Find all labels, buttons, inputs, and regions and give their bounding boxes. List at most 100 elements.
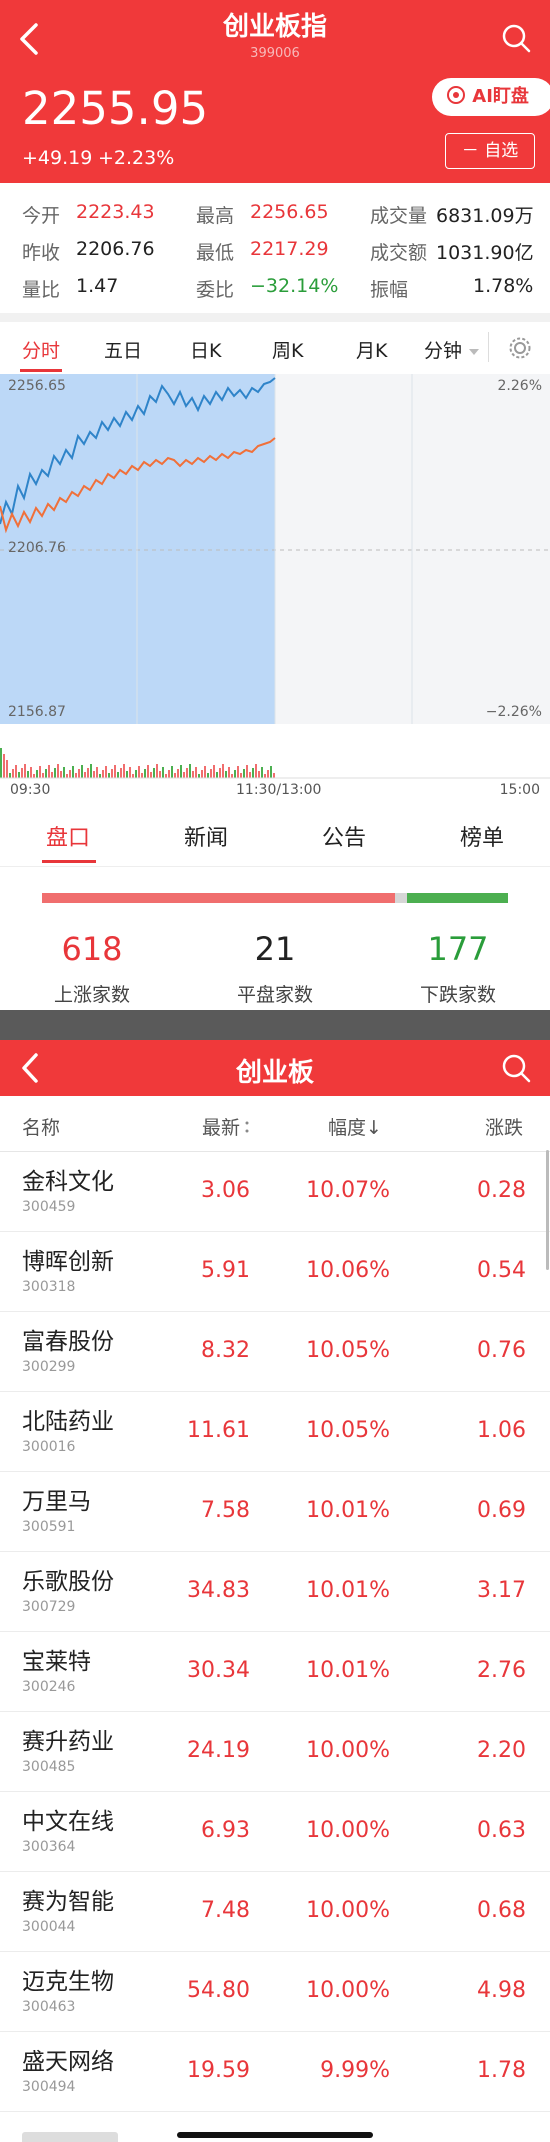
volume-bar: [180, 765, 182, 778]
stock-amplitude: 10.01%: [306, 1498, 390, 1523]
tab-announcements[interactable]: 公告: [322, 820, 366, 852]
table-row[interactable]: 宝莱特 300246 30.34 10.01% 2.76: [0, 1632, 550, 1712]
settings-gear-icon[interactable]: [508, 336, 532, 360]
volume-bar: [0, 748, 2, 778]
volume-bar: [249, 772, 251, 778]
volume-bar: [219, 768, 221, 778]
index-price: 2255.95: [22, 82, 209, 135]
table-row[interactable]: 盛天网络 300494 19.59 9.99% 1.78: [0, 2032, 550, 2112]
stock-code: 300459: [22, 1199, 76, 1215]
breadth-bar: [42, 893, 508, 903]
volume-bar: [54, 768, 56, 778]
board-title: 创业板: [235, 1058, 314, 1088]
table-row[interactable]: 迈克生物 300463 54.80 10.00% 4.98: [0, 1952, 550, 2032]
list-scrollbar[interactable]: [546, 1150, 549, 1270]
table-row[interactable]: 赛为智能 300044 7.48 10.00% 0.68: [0, 1872, 550, 1952]
stock-change: 0.69: [477, 1498, 526, 1523]
volume-bar: [267, 770, 269, 778]
tab-five-day[interactable]: 五日: [104, 336, 142, 363]
tab-separator: [488, 332, 489, 362]
volume-bar: [168, 770, 170, 778]
col-change-header[interactable]: 涨跌: [485, 1113, 523, 1140]
index-code: 399006: [250, 46, 300, 61]
add-watchlist-button[interactable]: － 自选: [445, 133, 535, 169]
clipped-row-text: [22, 2132, 118, 2142]
table-row[interactable]: 北陆药业 300016 11.61 10.05% 1.06: [0, 1392, 550, 1472]
table-row[interactable]: 富春股份 300299 8.32 10.05% 0.76: [0, 1312, 550, 1392]
volume-bar: [207, 773, 209, 778]
table-row[interactable]: 金科文化 300459 3.06 10.07% 0.28: [0, 1152, 550, 1232]
volume-bar: [216, 772, 218, 778]
down-count: 177: [427, 930, 489, 968]
volume-bar: [198, 774, 200, 778]
stock-code: 300591: [22, 1519, 76, 1535]
table-row[interactable]: 中文在线 300364 6.93 10.00% 0.63: [0, 1792, 550, 1872]
tab-rankings[interactable]: 榜单: [460, 820, 504, 852]
volume-bar: [63, 767, 65, 778]
tab-monthly-k[interactable]: 月K: [356, 336, 387, 363]
sort-icon: [245, 1121, 249, 1133]
stock-change: 2.76: [477, 1658, 526, 1683]
volume-bar: [81, 765, 83, 778]
col-name-header[interactable]: 名称: [22, 1113, 60, 1140]
col-amplitude-header[interactable]: 幅度↓: [328, 1113, 382, 1140]
stock-amplitude: 10.00%: [306, 1978, 390, 2003]
stock-change: 1.06: [477, 1418, 526, 1443]
stock-change: 0.54: [477, 1258, 526, 1283]
table-row[interactable]: 博晖创新 300318 5.91 10.06% 0.54: [0, 1232, 550, 1312]
stock-price: 3.06: [201, 1178, 250, 1203]
volume-bar: [138, 766, 140, 778]
table-row[interactable]: 万里马 300591 7.58 10.01% 0.69: [0, 1472, 550, 1552]
volume-bar: [213, 765, 215, 778]
volume-bar: [48, 765, 50, 778]
table-row[interactable]: 乐歌股份 300729 34.83 10.01% 3.17: [0, 1552, 550, 1632]
volume-bar: [75, 773, 77, 778]
stock-price: 6.93: [201, 1818, 250, 1843]
breadth-flat-segment: [395, 893, 408, 903]
tab-daily-k[interactable]: 日K: [190, 336, 221, 363]
tab-news[interactable]: 新闻: [184, 820, 228, 852]
search-icon[interactable]: [500, 1052, 532, 1084]
table-row[interactable]: 赛升药业 300485 24.19 10.00% 2.20: [0, 1712, 550, 1792]
vol-ratio-value: 1.47: [76, 275, 119, 297]
stock-amplitude: 9.99%: [320, 2058, 390, 2083]
volume-bar: [132, 774, 134, 778]
volume-bar: [258, 771, 260, 778]
high-value: 2256.65: [250, 201, 329, 223]
stock-name: 中文在线: [22, 1809, 114, 1835]
volume-bar: [3, 754, 5, 778]
volume-bar: [243, 769, 245, 778]
volume-label: 成交量: [370, 205, 428, 227]
detail-tabs: 盘口 新闻 公告 榜单: [0, 805, 550, 867]
stock-price: 8.32: [201, 1338, 250, 1363]
page-title: 创业板指: [222, 12, 327, 42]
flat-count: 21: [254, 930, 296, 968]
volume-bar: [252, 768, 254, 778]
stock-code: 300364: [22, 1839, 76, 1855]
volume-bar: [87, 768, 89, 778]
volume-bar: [162, 767, 164, 778]
price-high-label: 2256.65: [8, 378, 66, 394]
volume-bar: [69, 770, 71, 778]
stock-name: 赛为智能: [22, 1889, 114, 1915]
stock-name: 北陆药业: [22, 1409, 114, 1435]
volume-bar: [264, 774, 266, 778]
tab-order-book[interactable]: 盘口: [46, 820, 90, 852]
col-latest-header[interactable]: 最新: [202, 1113, 251, 1140]
stock-code: 300299: [22, 1359, 76, 1375]
tab-active-underline: [42, 860, 96, 863]
volume-bar: [129, 767, 131, 778]
volume-bar: [60, 771, 62, 778]
tab-minute[interactable]: 分钟: [424, 336, 480, 363]
stock-price: 7.48: [201, 1898, 250, 1923]
tab-weekly-k[interactable]: 周K: [272, 336, 303, 363]
up-count: 618: [61, 930, 123, 968]
tab-intraday[interactable]: 分时: [22, 336, 60, 363]
search-icon[interactable]: [500, 22, 532, 54]
ai-monitor-button[interactable]: AI盯盘: [432, 78, 550, 116]
volume-bar: [18, 772, 20, 778]
tab-divider: [0, 866, 550, 867]
volume-bar: [90, 764, 92, 778]
home-indicator[interactable]: [177, 2132, 373, 2138]
intraday-chart[interactable]: 2256.65 2206.76 2156.87 2.26% −2.26% 09:…: [0, 374, 550, 804]
